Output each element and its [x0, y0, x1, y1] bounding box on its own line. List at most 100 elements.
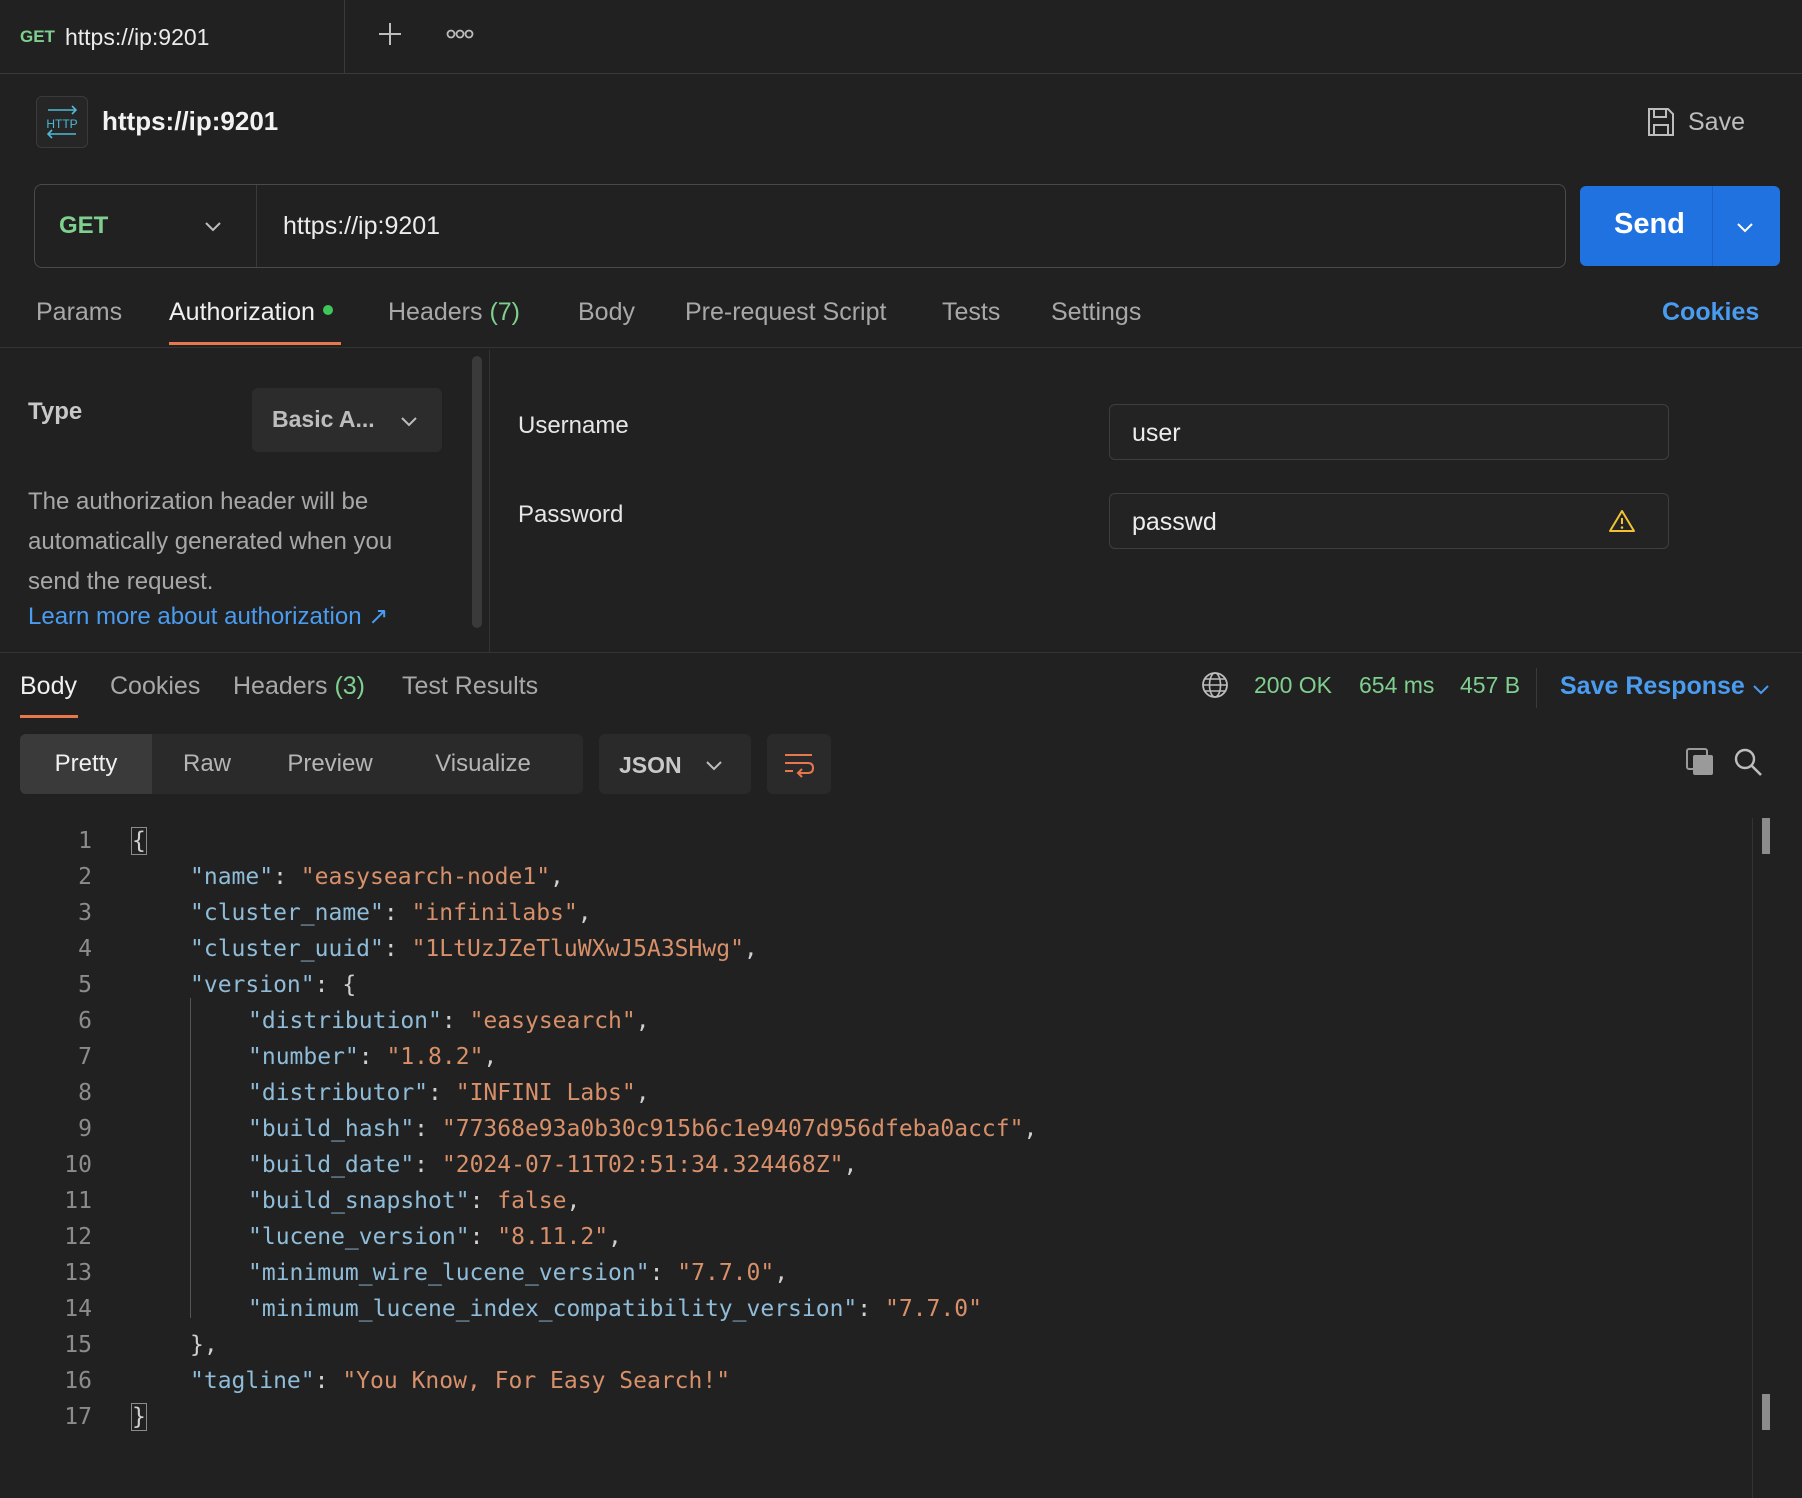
- line-number: 4: [78, 936, 92, 962]
- code-text: "minimum_wire_lucene_version": "7.7.0",: [248, 1260, 789, 1286]
- indent-guide: [190, 998, 191, 1318]
- response-tab-headers[interactable]: Headers (3): [233, 672, 365, 701]
- format-select[interactable]: JSON: [599, 734, 751, 794]
- chevron-down-icon: [202, 215, 224, 237]
- response-tab-cookies[interactable]: Cookies: [110, 672, 200, 701]
- tab-headers-label: Headers: [388, 298, 483, 326]
- editor-scroll-track: [1752, 818, 1753, 1498]
- response-tab-body[interactable]: Body: [20, 672, 77, 701]
- plus-icon[interactable]: [370, 14, 410, 54]
- code-text: "tagline": "You Know, For Easy Search!": [190, 1368, 731, 1394]
- username-field[interactable]: user: [1109, 404, 1669, 460]
- tab-settings[interactable]: Settings: [1051, 298, 1141, 348]
- response-tabs: Body Cookies Headers (3) Test Results 20…: [0, 660, 1802, 720]
- tab-strip: GET https://ip:9201: [0, 0, 1802, 74]
- tab-tests[interactable]: Tests: [942, 298, 1000, 348]
- url-bar: GET https://ip:9201: [34, 184, 1566, 268]
- response-tab-test-results[interactable]: Test Results: [402, 672, 538, 701]
- more-icon[interactable]: [440, 14, 480, 54]
- chevron-down-icon[interactable]: [1734, 216, 1756, 238]
- response-body-editor[interactable]: 1{2 "name": "easysearch-node1", 3 "cluster_…: [0, 820, 1802, 1498]
- view-preview[interactable]: Preview: [262, 734, 398, 794]
- status-code[interactable]: 200 OK: [1254, 672, 1332, 699]
- http-icon: HTTP: [36, 96, 88, 148]
- code-text: "minimum_lucene_index_compatibility_vers…: [248, 1296, 982, 1322]
- request-title[interactable]: https://ip:9201: [102, 106, 278, 137]
- request-tabs: Params Authorization Headers (7) Body Pr…: [0, 290, 1802, 348]
- response-active-indicator: [20, 715, 78, 718]
- code-text: "lucene_version": "8.11.2",: [248, 1224, 622, 1250]
- response-time[interactable]: 654 ms: [1359, 672, 1434, 699]
- method-select[interactable]: GET: [35, 185, 257, 267]
- code-line: 4 "cluster_uuid": "1LtUzJZeTluWXwJ5A3SHwg…: [0, 936, 1740, 972]
- code-line: 11 "build_snapshot": false,: [0, 1188, 1740, 1224]
- search-icon[interactable]: [1732, 746, 1764, 778]
- auth-type-select[interactable]: Basic A...: [252, 388, 442, 452]
- code-text: "cluster_uuid": "1LtUzJZeTluWXwJ5A3SHwg"…: [190, 936, 758, 962]
- chevron-down-icon: [398, 410, 420, 432]
- warning-icon[interactable]: [1608, 508, 1636, 534]
- code-line: 14 "minimum_lucene_index_compatibility_ve…: [0, 1296, 1740, 1332]
- auth-type-value: Basic A...: [272, 406, 375, 432]
- auth-status-dot: [322, 305, 333, 316]
- tab-headers[interactable]: Headers (7): [388, 298, 520, 348]
- code-line: 17}: [0, 1403, 1740, 1440]
- code-line: 16 "tagline": "You Know, For Easy Search!…: [0, 1368, 1740, 1404]
- method-label: GET: [59, 212, 109, 239]
- response-size[interactable]: 457 B: [1460, 672, 1520, 699]
- response-headers-count: (3): [334, 672, 366, 700]
- code-line: 13 "minimum_wire_lucene_version": "7.7.0"…: [0, 1260, 1740, 1296]
- tab-params[interactable]: Params: [36, 298, 122, 348]
- active-tab-indicator: [169, 342, 341, 345]
- send-button[interactable]: Send: [1580, 186, 1780, 266]
- tab-headers-count: (7): [489, 298, 521, 326]
- tab-title: https://ip:9201: [64, 23, 210, 50]
- code-line: 9 "build_hash": "77368e93a0b30c915b6c1e94…: [0, 1116, 1740, 1152]
- username-label: Username: [518, 412, 629, 439]
- password-field[interactable]: passwd: [1109, 493, 1669, 549]
- url-input[interactable]: https://ip:9201: [283, 185, 440, 267]
- save-response-button[interactable]: Save Response: [1560, 672, 1745, 701]
- editor-scrollbar-bottom[interactable]: [1762, 1394, 1770, 1430]
- request-tab[interactable]: GET https://ip:9201: [0, 0, 345, 74]
- editor-scrollbar-top[interactable]: [1762, 818, 1770, 854]
- code-line: 2 "name": "easysearch-node1",: [0, 864, 1740, 900]
- format-label: JSON: [619, 752, 682, 778]
- line-number: 17: [64, 1404, 92, 1430]
- code-text: },: [190, 1332, 218, 1358]
- code-line: 12 "lucene_version": "8.11.2",: [0, 1224, 1740, 1260]
- line-number: 11: [64, 1188, 92, 1214]
- tab-method: GET: [20, 27, 55, 46]
- line-number: 5: [78, 972, 92, 998]
- line-number: 8: [78, 1080, 92, 1106]
- line-number: 16: [64, 1368, 92, 1394]
- stat-divider: [1536, 668, 1537, 708]
- panel-scrollbar[interactable]: [472, 356, 482, 628]
- password-value: passwd: [1132, 508, 1217, 536]
- tab-body[interactable]: Body: [578, 298, 635, 348]
- copy-icon[interactable]: [1684, 746, 1716, 778]
- learn-more-link[interactable]: Learn more about authorization ↗: [28, 602, 388, 631]
- code-line: 15},: [0, 1332, 1740, 1368]
- code-line: 6 "distribution": "easysearch",: [0, 1008, 1740, 1044]
- line-number: 13: [64, 1260, 92, 1286]
- tab-prerequest-script[interactable]: Pre-request Script: [685, 298, 886, 348]
- line-number: 1: [78, 828, 92, 854]
- wrap-icon[interactable]: [767, 734, 831, 794]
- username-value: user: [1132, 419, 1181, 447]
- code-text: "version": {: [190, 972, 357, 998]
- view-raw[interactable]: Raw: [152, 734, 262, 794]
- save-button[interactable]: Save: [1646, 102, 1745, 142]
- code-line: 1{: [0, 827, 1740, 864]
- code-text: "distributor": "INFINI Labs",: [248, 1080, 650, 1106]
- line-number: 7: [78, 1044, 92, 1070]
- globe-icon[interactable]: [1200, 670, 1230, 700]
- auth-type-panel: Type Basic A... The authorization header…: [0, 350, 490, 652]
- view-pretty[interactable]: Pretty: [20, 734, 152, 794]
- view-visualize[interactable]: Visualize: [398, 734, 568, 794]
- cookies-link[interactable]: Cookies: [1662, 298, 1759, 327]
- type-label: Type: [28, 398, 83, 425]
- chevron-down-icon[interactable]: [1750, 678, 1772, 700]
- save-icon: [1646, 106, 1676, 138]
- tab-authorization[interactable]: Authorization: [169, 298, 333, 348]
